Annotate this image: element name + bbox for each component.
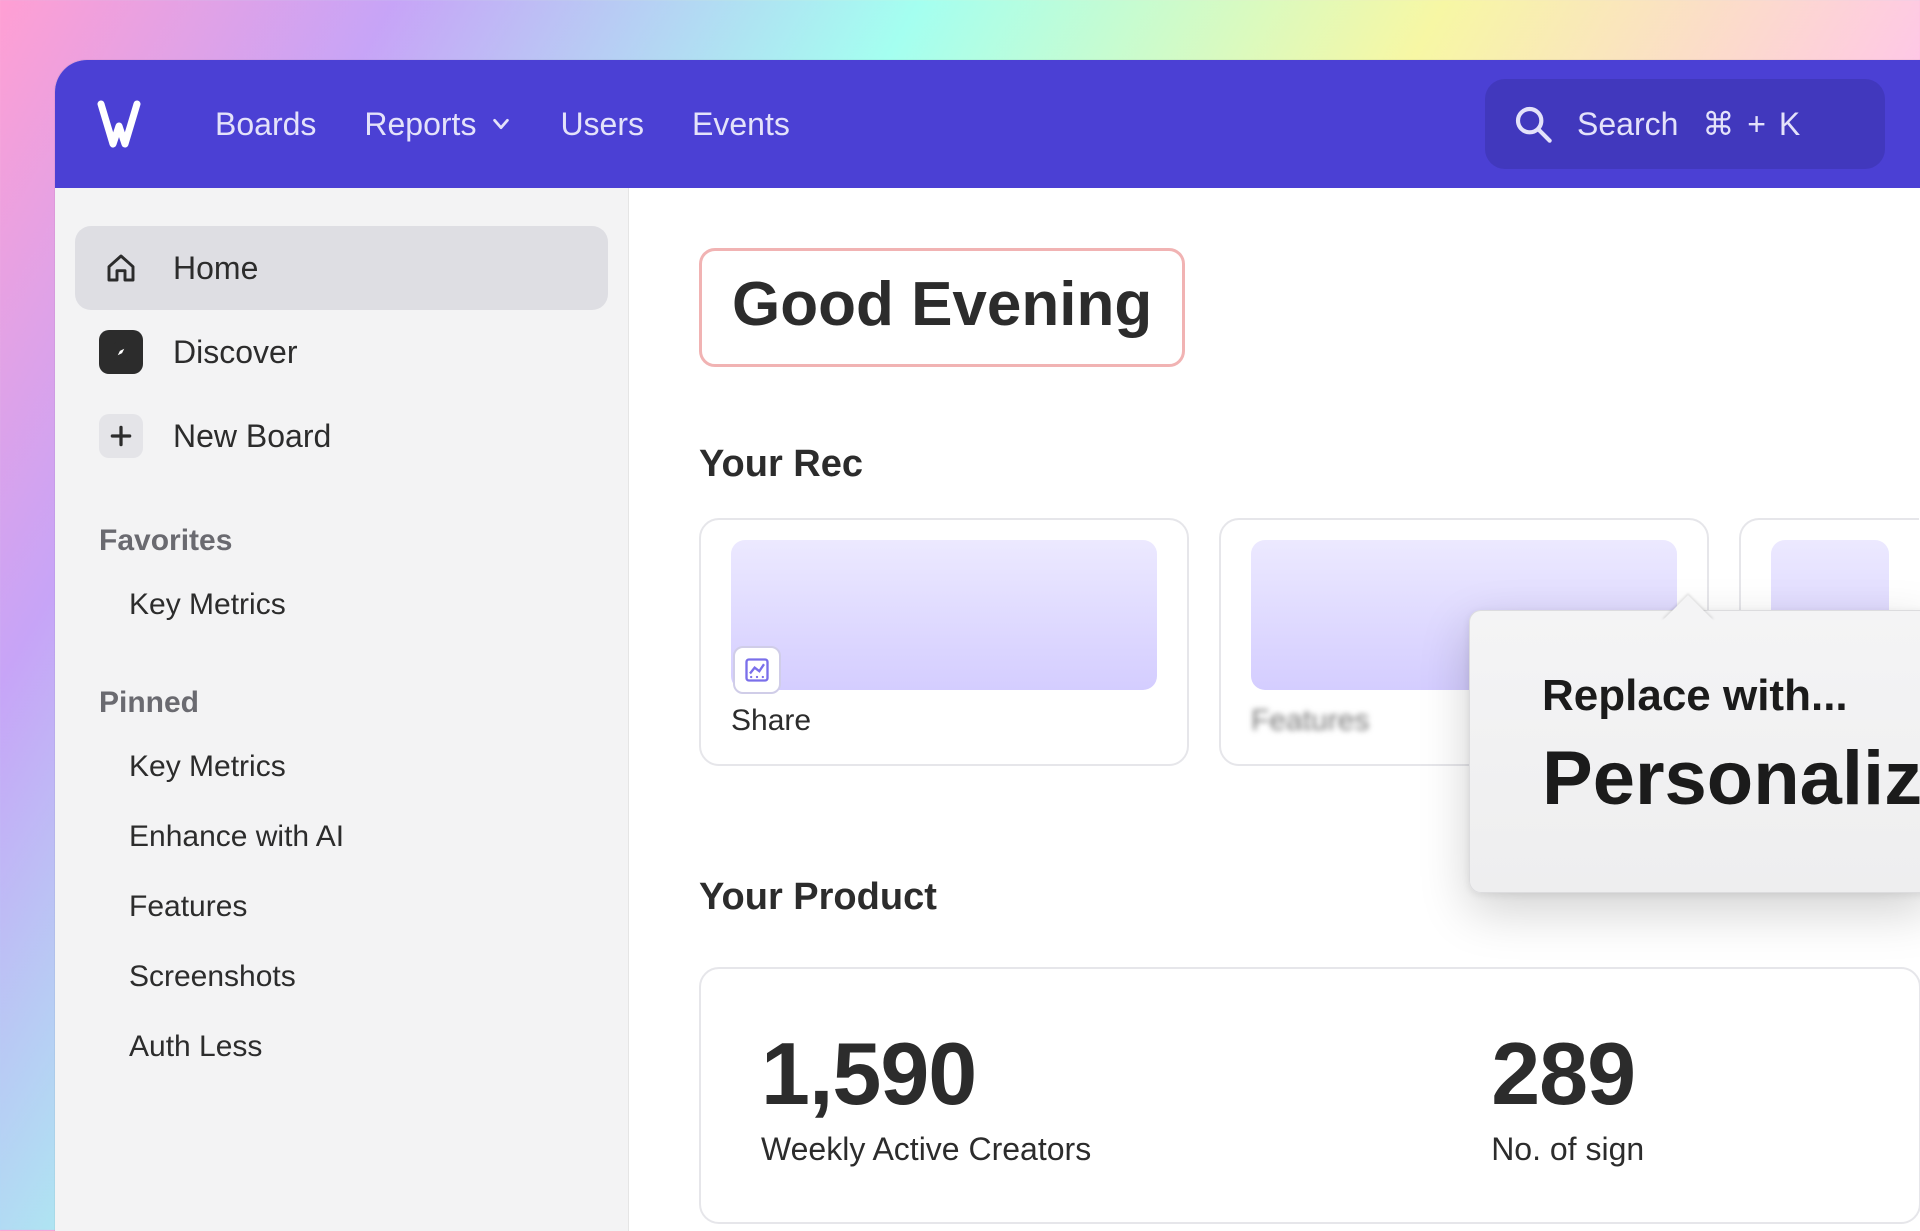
home-icon: [99, 246, 143, 290]
recent-card-thumb: [731, 540, 1157, 690]
nav-users[interactable]: Users: [560, 106, 644, 143]
sidebar-section-pinned: Pinned: [75, 686, 608, 732]
metric-block: 1,590 Weekly Active Creators: [761, 1023, 1091, 1168]
sidebar-item-discover[interactable]: Discover: [75, 310, 608, 394]
greeting-text: Good Evening: [732, 269, 1152, 340]
sidebar-pin-key-metrics[interactable]: Key Metrics: [75, 732, 608, 802]
app-window: Boards Reports Users Events Search ⌘ + K…: [55, 60, 1920, 1231]
body: Home Discover New Board Favorites Key Me…: [55, 188, 1920, 1231]
metric-block: 289 No. of sign: [1491, 1023, 1644, 1168]
product-metrics-card: 1,590 Weekly Active Creators 289 No. of …: [699, 967, 1920, 1224]
sidebar-item-label: Home: [173, 250, 258, 287]
replace-popover[interactable]: Replace with... Personalized demo for Jo…: [1469, 610, 1920, 893]
sidebar-item-new-board[interactable]: New Board: [75, 394, 608, 478]
nav-boards[interactable]: Boards: [215, 106, 316, 143]
top-nav: Boards Reports Users Events Search ⌘ + K: [55, 60, 1920, 188]
sidebar-item-label: Discover: [173, 334, 297, 371]
search-label: Search: [1577, 106, 1678, 143]
sidebar-item-label: New Board: [173, 418, 331, 455]
app-logo: [91, 96, 147, 152]
greeting-highlight[interactable]: Good Evening: [699, 248, 1185, 367]
search-input[interactable]: Search ⌘ + K: [1485, 79, 1885, 169]
sidebar-item-home[interactable]: Home: [75, 226, 608, 310]
sidebar-pin-auth-less[interactable]: Auth Less: [75, 1012, 608, 1082]
popover-value: Personalized demo for Joh: [1542, 735, 1860, 822]
plus-icon: [99, 414, 143, 458]
search-shortcut: ⌘ + K: [1702, 105, 1802, 143]
recent-card-share[interactable]: Share: [699, 518, 1189, 766]
chart-icon: [733, 646, 781, 694]
recent-card-title: Share: [731, 704, 1157, 738]
sidebar-pin-screenshots[interactable]: Screenshots: [75, 942, 608, 1012]
sidebar-pin-features[interactable]: Features: [75, 872, 608, 942]
recent-section-title: Your Rec: [699, 443, 1920, 486]
metric-label: No. of sign: [1491, 1131, 1644, 1168]
sidebar-pin-enhance-ai[interactable]: Enhance with AI: [75, 802, 608, 872]
sidebar-section-favorites: Favorites: [75, 524, 608, 570]
chevron-down-icon: [490, 113, 512, 135]
nav-reports[interactable]: Reports: [364, 106, 512, 143]
nav-reports-label: Reports: [364, 106, 476, 143]
popover-label: Replace with...: [1542, 671, 1860, 721]
sidebar: Home Discover New Board Favorites Key Me…: [55, 188, 629, 1231]
metric-label: Weekly Active Creators: [761, 1131, 1091, 1168]
nav-events[interactable]: Events: [692, 106, 790, 143]
search-icon: [1513, 104, 1553, 144]
compass-icon: [99, 330, 143, 374]
main-content: Good Evening Your Rec Share Features: [629, 188, 1920, 1231]
sidebar-fav-key-metrics[interactable]: Key Metrics: [75, 570, 608, 640]
metric-value: 1,590: [761, 1023, 1091, 1125]
metric-value: 289: [1491, 1023, 1644, 1125]
